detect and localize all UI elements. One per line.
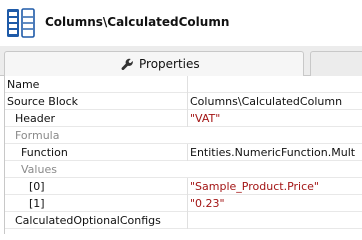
- header-value[interactable]: "VAT": [190, 112, 220, 125]
- column-divider: [187, 76, 188, 93]
- column-divider: [187, 195, 188, 212]
- property-row-function[interactable]: Function Entities.NumericFunction.Mult: [5, 144, 362, 161]
- tab-strip: Properties: [0, 46, 362, 77]
- property-row-values[interactable]: Values: [5, 161, 362, 178]
- wrench-icon: [121, 58, 133, 70]
- value-1-label: [1]: [29, 197, 45, 210]
- panel-header: Columns\CalculatedColumn: [0, 0, 362, 46]
- panel-title: Columns\CalculatedColumn: [45, 15, 230, 29]
- calculated-optional-configs-label: CalculatedOptionalConfigs: [15, 214, 161, 227]
- table-columns-icon: [7, 8, 35, 38]
- column-divider: [187, 178, 188, 195]
- property-row-value-0[interactable]: [0] "Sample_Product.Price": [5, 178, 362, 195]
- column-divider: [187, 144, 188, 161]
- property-grid: Name Source Block Columns\CalculatedColu…: [4, 76, 362, 234]
- property-row-calculated-optional-configs[interactable]: CalculatedOptionalConfigs: [5, 212, 362, 229]
- property-row-name[interactable]: Name: [5, 76, 362, 93]
- value-1-value[interactable]: "0.23": [190, 197, 225, 210]
- property-row-source-block[interactable]: Source Block Columns\CalculatedColumn: [5, 93, 362, 110]
- formula-group-label: Formula: [15, 129, 60, 142]
- tab-properties[interactable]: Properties: [4, 51, 304, 77]
- header-label: Header: [15, 112, 56, 125]
- column-divider: [187, 93, 188, 110]
- source-block-value[interactable]: Columns\CalculatedColumn: [190, 95, 342, 108]
- property-row-formula[interactable]: Formula: [5, 127, 362, 144]
- property-row-header[interactable]: Header "VAT": [5, 110, 362, 127]
- column-divider: [187, 212, 188, 229]
- values-group-label: Values: [21, 163, 57, 176]
- function-label: Function: [21, 146, 68, 159]
- source-block-label: Source Block: [7, 95, 79, 108]
- value-0-label: [0]: [29, 180, 45, 193]
- value-0-value[interactable]: "Sample_Product.Price": [190, 180, 319, 193]
- tab-secondary[interactable]: [310, 51, 362, 76]
- column-divider: [187, 110, 188, 127]
- tab-properties-label: Properties: [139, 57, 200, 71]
- property-name-label: Name: [7, 78, 40, 91]
- function-value[interactable]: Entities.NumericFunction.Mult: [190, 146, 355, 159]
- property-row-value-1[interactable]: [1] "0.23": [5, 195, 362, 212]
